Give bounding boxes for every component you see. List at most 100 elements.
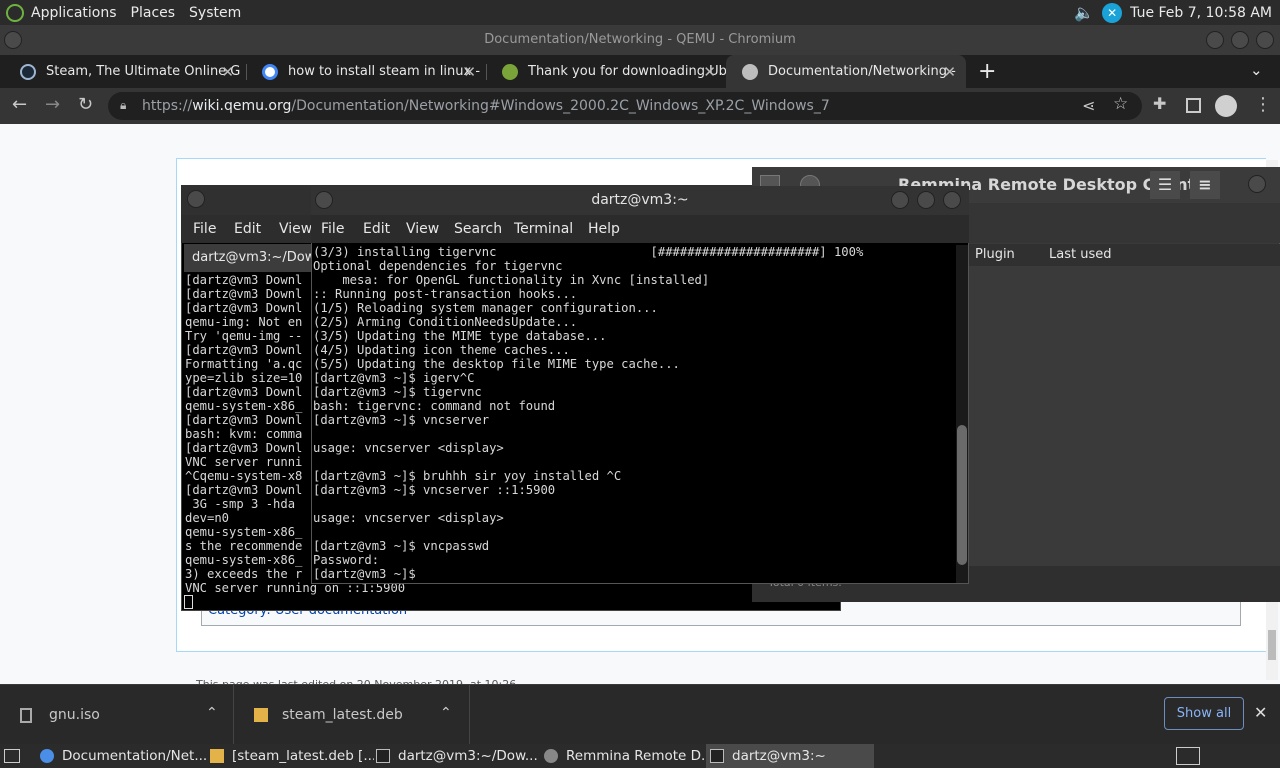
network-icon[interactable]: ✕ <box>1102 2 1123 23</box>
hamburger-menu-icon[interactable]: ≡ <box>1190 171 1220 199</box>
chevron-up-icon[interactable]: ⌃ <box>206 705 218 721</box>
menu-view[interactable]: View <box>406 221 439 237</box>
task-chromium[interactable]: Documentation/Net... <box>36 744 224 768</box>
menu-edit[interactable]: Edit <box>363 221 390 237</box>
terminal-front-menubar: File Edit View Search Terminal Help <box>311 215 969 243</box>
minimize-button[interactable] <box>1248 175 1266 193</box>
terminal-line: [dartz@vm3 ~]$ tigervnc <box>313 385 482 399</box>
terminal-line: (4/5) Updating icon theme caches... <box>313 343 570 357</box>
profile-avatar-icon[interactable] <box>1215 95 1237 117</box>
maximize-button[interactable] <box>1231 31 1249 49</box>
remmina-connection-list[interactable] <box>969 266 1280 566</box>
window-menu-button[interactable] <box>315 191 333 209</box>
close-button[interactable] <box>1256 31 1274 49</box>
tab-steam[interactable]: Steam, The Ultimate Online G ✕ <box>4 55 244 88</box>
column-last-used[interactable]: Last used <box>1049 247 1111 262</box>
terminal-line: [dartz@vm3 Downl <box>185 301 303 315</box>
download-item-gnu-iso[interactable]: gnu.iso ⌃ <box>0 685 234 745</box>
terminal-line: Formatting 'a.qc <box>185 357 303 371</box>
share-icon[interactable]: ⋖ <box>1082 96 1095 115</box>
terminal-back-output[interactable]: [dartz@vm3 Downl [dartz@vm3 Downl [dartz@v… <box>185 273 315 603</box>
minimize-button[interactable] <box>1206 31 1224 49</box>
terminal-line: qemu-system-x86_ <box>185 525 303 539</box>
menu-terminal[interactable]: Terminal <box>514 221 573 237</box>
terminal-line: [dartz@vm3 Downl <box>185 273 303 287</box>
terminal-back-tab[interactable]: dartz@vm3:~/Down <box>184 244 314 272</box>
minimize-button[interactable] <box>891 191 909 209</box>
terminal-line: [dartz@vm3 ~]$ igerv^C <box>313 371 475 385</box>
globe-icon <box>742 63 758 80</box>
task-terminal-downloads[interactable]: dartz@vm3:~/Dow... <box>372 744 540 768</box>
address-bar[interactable]: https://wiki.qemu.org/Documentation/Netw… <box>108 92 1142 120</box>
terminal-line: [dartz@vm3 Downl <box>185 413 303 427</box>
desktop-icon <box>4 749 20 763</box>
window-menu-button[interactable] <box>4 31 22 49</box>
terminal-line: [dartz@vm3 ~]$ vncserver <box>313 413 490 427</box>
terminal-scrollbar-thumb[interactable] <box>957 425 967 565</box>
clock[interactable]: Tue Feb 7, 10:58 AM <box>1130 5 1272 21</box>
download-site-icon <box>502 63 518 80</box>
terminal-line: (1/5) Reloading system manager configura… <box>313 301 658 315</box>
close-icon[interactable]: ✕ <box>463 63 476 81</box>
forward-icon[interactable]: → <box>45 94 60 115</box>
menu-file[interactable]: File <box>193 221 216 237</box>
terminal-line: Try 'qemu-img -- <box>185 329 303 343</box>
qemu-window-title: Documentation/Networking - QEMU - Chromi… <box>0 25 1280 55</box>
workspace-switcher[interactable] <box>1172 744 1202 768</box>
menu-search[interactable]: Search <box>454 221 502 237</box>
menu-dots-icon[interactable]: ⋮ <box>1254 94 1272 115</box>
back-icon[interactable]: ← <box>12 94 27 115</box>
gnome-logo-icon[interactable] <box>6 3 24 22</box>
terminal-line: qemu-img: Not en <box>185 315 303 329</box>
places-menu[interactable]: Places <box>124 5 183 21</box>
task-remmina[interactable]: Remmina Remote D... <box>540 744 708 768</box>
package-icon <box>254 708 268 722</box>
tab-google[interactable]: how to install steam in linux - ✕ <box>246 55 486 88</box>
terminal-line: [dartz@vm3 ~]$ bruhhh sir yoy installed … <box>313 469 622 483</box>
terminal-line: [dartz@vm3 Downl <box>185 385 303 399</box>
close-icon[interactable]: ✕ <box>703 63 716 81</box>
view-list-icon[interactable]: ☰ <box>1150 171 1180 199</box>
tab-documentation[interactable]: Documentation/Networking - ✕ <box>726 55 966 88</box>
menu-edit[interactable]: Edit <box>234 221 261 237</box>
terminal-line: usage: vncserver <display> <box>313 511 504 525</box>
terminal-front-output[interactable]: (3/3) installing tigervnc [#############… <box>313 245 953 582</box>
reload-icon[interactable]: ↻ <box>78 94 93 115</box>
terminal-line: s the recommende <box>185 539 303 553</box>
column-plugin[interactable]: Plugin <box>975 247 1015 262</box>
new-tab-button[interactable]: + <box>978 59 996 84</box>
download-item-steam-deb[interactable]: steam_latest.deb ⌃ <box>236 685 470 745</box>
chevron-up-icon[interactable]: ⌃ <box>440 705 452 721</box>
tab-download[interactable]: Thank you for downloading Ub ✕ <box>486 55 726 88</box>
terminal-line: [dartz@vm3 Downl <box>185 287 303 301</box>
close-button[interactable] <box>943 191 961 209</box>
show-all-downloads-button[interactable]: Show all <box>1164 697 1244 730</box>
task-steam-deb[interactable]: [steam_latest.deb [... <box>206 744 374 768</box>
close-icon[interactable]: ✕ <box>221 63 234 81</box>
lock-icon[interactable]: 🔒︎ <box>120 98 126 113</box>
terminal-line: ^Cqemu-system-x8 <box>185 469 303 483</box>
menu-file[interactable]: File <box>321 221 344 237</box>
task-terminal-home[interactable]: dartz@vm3:~ <box>706 744 874 768</box>
close-icon[interactable]: ✕ <box>943 63 956 81</box>
show-desktop-button[interactable] <box>0 744 34 768</box>
terminal-line: bash: tigervnc: command not found <box>313 399 556 413</box>
menu-view[interactable]: View <box>279 221 312 237</box>
volume-icon[interactable]: 🔈 <box>1074 3 1094 22</box>
applications-menu[interactable]: Applications <box>24 5 124 21</box>
menu-help[interactable]: Help <box>588 221 620 237</box>
window-menu-button[interactable] <box>187 190 205 208</box>
system-menu[interactable]: System <box>182 5 248 21</box>
maximize-button[interactable] <box>917 191 935 209</box>
extensions-icon[interactable]: ✚ <box>1153 94 1166 113</box>
terminal-front-titlebar[interactable]: dartz@vm3:~ <box>311 186 969 215</box>
chromium-icon <box>40 749 54 763</box>
close-download-shelf-icon[interactable]: ✕ <box>1254 703 1267 722</box>
terminal-line: 3) exceeds the r <box>185 567 303 581</box>
side-panel-icon[interactable] <box>1186 98 1201 113</box>
tab-search-icon[interactable]: ⌄ <box>1250 61 1263 79</box>
bookmark-star-icon[interactable]: ☆ <box>1113 94 1128 114</box>
terminal-line: ype=zlib size=10 <box>185 371 303 385</box>
